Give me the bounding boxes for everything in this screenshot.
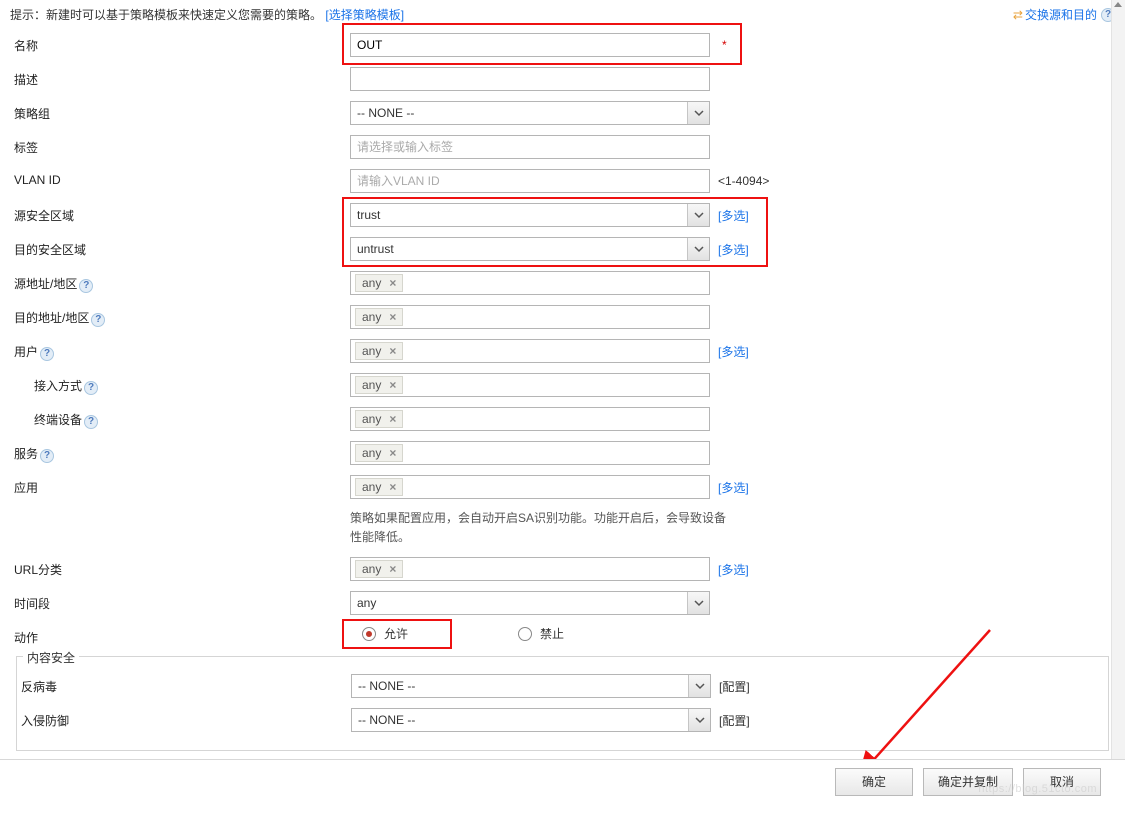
tags-input[interactable] [350, 135, 710, 159]
remove-tag-icon[interactable]: × [385, 562, 400, 576]
action-deny-radio[interactable]: 禁止 [518, 625, 564, 642]
label-src-zone: 源安全区域 [10, 203, 350, 224]
chevron-down-icon [687, 102, 709, 124]
antivirus-config-link[interactable]: [配置] [719, 678, 750, 695]
label-action: 动作 [10, 625, 350, 646]
group-select[interactable]: -- NONE -- [350, 101, 710, 125]
label-terminal: 终端设备? [10, 407, 350, 429]
radio-checked-icon [362, 627, 376, 641]
user-box[interactable]: any× [350, 339, 710, 363]
label-desc: 描述 [10, 67, 350, 88]
radio-unchecked-icon [518, 627, 532, 641]
name-input[interactable] [350, 33, 710, 57]
ips-select[interactable]: -- NONE -- [351, 708, 711, 732]
src-addr-box[interactable]: any× [350, 271, 710, 295]
ok-button[interactable]: 确定 [835, 768, 913, 796]
chevron-down-icon [687, 592, 709, 614]
remove-tag-icon[interactable]: × [385, 276, 400, 290]
swap-src-dst-link[interactable]: ⇄ 交换源和目的 ? [1013, 6, 1115, 23]
swap-label: 交换源和目的 [1025, 6, 1097, 23]
remove-tag-icon[interactable]: × [385, 310, 400, 324]
label-user: 用户? [10, 339, 350, 361]
tag-any: any× [355, 410, 403, 428]
label-src-addr: 源地址/地区? [10, 271, 350, 293]
label-tags: 标签 [10, 135, 350, 156]
tag-any: any× [355, 560, 403, 578]
swap-icon: ⇄ [1013, 8, 1023, 22]
help-icon[interactable]: ? [91, 313, 105, 327]
ips-config-link[interactable]: [配置] [719, 712, 750, 729]
chevron-down-icon [687, 204, 709, 226]
ips-value: -- NONE -- [358, 713, 415, 727]
label-dst-addr: 目的地址/地区? [10, 305, 350, 327]
chevron-down-icon [688, 709, 710, 731]
tag-any: any× [355, 274, 403, 292]
vlan-input[interactable] [350, 169, 710, 193]
timerange-select[interactable]: any [350, 591, 710, 615]
app-multi-link[interactable]: [多选] [718, 479, 749, 496]
label-app: 应用 [10, 475, 350, 496]
terminal-box[interactable]: any× [350, 407, 710, 431]
dst-zone-value: untrust [357, 242, 394, 256]
chevron-down-icon [687, 238, 709, 260]
action-allow-label: 允许 [384, 625, 408, 642]
label-timerange: 时间段 [10, 591, 350, 612]
label-name: 名称 [10, 33, 350, 54]
remove-tag-icon[interactable]: × [385, 378, 400, 392]
user-multi-link[interactable]: [多选] [718, 343, 749, 360]
tag-any: any× [355, 444, 403, 462]
hint-bar: 提示：新建时可以基于策略模板来快速定义您需要的策略。 [选择策略模板] ⇄ 交换… [10, 6, 1115, 23]
group-value: -- NONE -- [357, 106, 414, 120]
tag-any: any× [355, 308, 403, 326]
urlcat-box[interactable]: any× [350, 557, 710, 581]
remove-tag-icon[interactable]: × [385, 412, 400, 426]
label-service: 服务? [10, 441, 350, 463]
access-box[interactable]: any× [350, 373, 710, 397]
label-access: 接入方式? [10, 373, 350, 395]
help-icon[interactable]: ? [40, 347, 54, 361]
help-icon[interactable]: ? [84, 415, 98, 429]
tag-any: any× [355, 376, 403, 394]
dst-zone-select[interactable]: untrust [350, 237, 710, 261]
required-mark: * [722, 38, 727, 52]
dst-zone-multi-link[interactable]: [多选] [718, 241, 749, 258]
desc-input[interactable] [350, 67, 710, 91]
tag-any: any× [355, 478, 403, 496]
remove-tag-icon[interactable]: × [385, 446, 400, 460]
service-box[interactable]: any× [350, 441, 710, 465]
src-zone-multi-link[interactable]: [多选] [718, 207, 749, 224]
label-ips: 入侵防御 [17, 708, 351, 729]
help-icon[interactable]: ? [79, 279, 93, 293]
hint-text: 提示：新建时可以基于策略模板来快速定义您需要的策略。 [10, 8, 322, 22]
select-template-link[interactable]: [选择策略模板] [325, 8, 404, 22]
ok-copy-button[interactable]: 确定并复制 [923, 768, 1013, 796]
dst-addr-box[interactable]: any× [350, 305, 710, 329]
src-zone-select[interactable]: trust [350, 203, 710, 227]
content-security-section: 内容安全 反病毒 -- NONE -- [配置] [16, 656, 1109, 751]
action-allow-radio[interactable]: 允许 [362, 625, 408, 642]
label-dst-zone: 目的安全区域 [10, 237, 350, 258]
remove-tag-icon[interactable]: × [385, 344, 400, 358]
cancel-button[interactable]: 取消 [1023, 768, 1101, 796]
antivirus-select[interactable]: -- NONE -- [351, 674, 711, 698]
antivirus-value: -- NONE -- [358, 679, 415, 693]
timerange-value: any [357, 596, 376, 610]
vlan-range: <1-4094> [718, 174, 769, 188]
chevron-down-icon [688, 675, 710, 697]
remove-tag-icon[interactable]: × [385, 480, 400, 494]
app-box[interactable]: any× [350, 475, 710, 499]
help-icon[interactable]: ? [40, 449, 54, 463]
section-title: 内容安全 [23, 649, 79, 666]
label-antivirus: 反病毒 [17, 674, 351, 695]
help-icon[interactable]: ? [84, 381, 98, 395]
label-vlan: VLAN ID [10, 169, 350, 187]
label-group: 策略组 [10, 101, 350, 122]
src-zone-value: trust [357, 208, 380, 222]
dialog-footer: 确定 确定并复制 取消 https://blog.51cto.com [0, 759, 1125, 803]
label-urlcat: URL分类 [10, 557, 350, 578]
tag-any: any× [355, 342, 403, 360]
action-deny-label: 禁止 [540, 625, 564, 642]
app-note: 策略如果配置应用，会自动开启SA识别功能。功能开启后，会导致设备性能降低。 [350, 509, 730, 547]
urlcat-multi-link[interactable]: [多选] [718, 561, 749, 578]
